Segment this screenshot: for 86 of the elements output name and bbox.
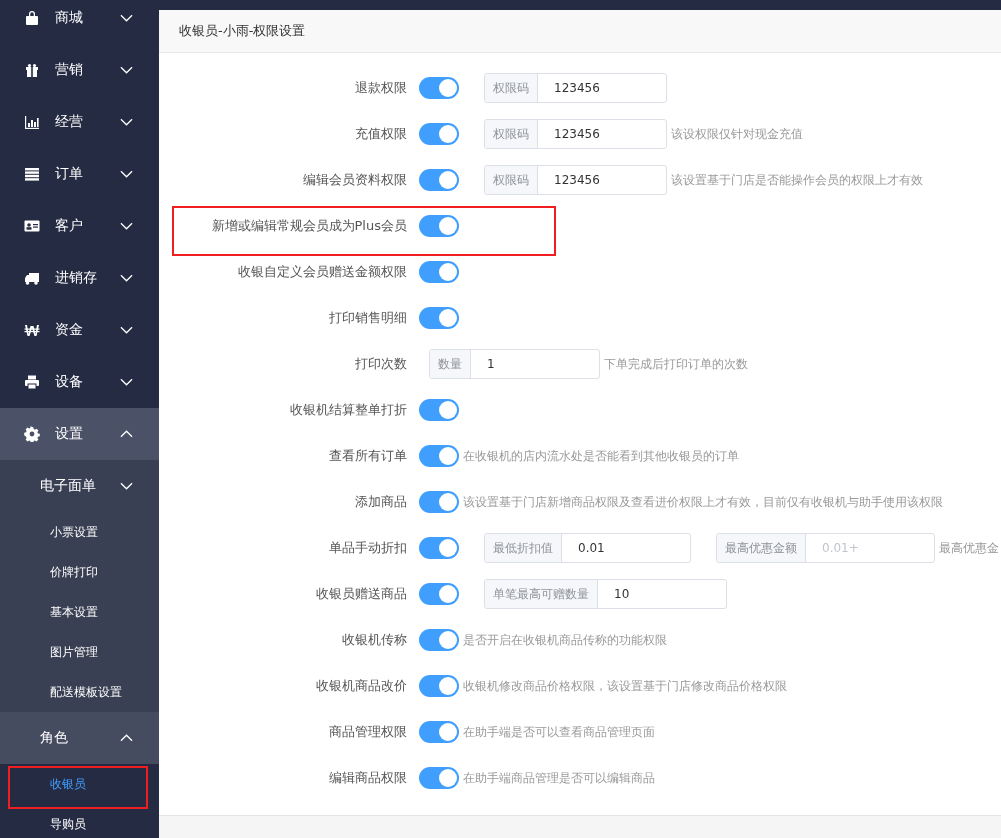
toggle-switch[interactable] xyxy=(419,399,459,421)
hint-text: 收银机修改商品价格权限，该设置基于门店修改商品价格权限 xyxy=(463,677,787,695)
truck-icon xyxy=(24,270,40,286)
setting-label: 单品手动折扣 xyxy=(328,539,407,557)
sidebar-subitem[interactable]: 价牌打印 xyxy=(0,552,159,592)
hint-text: 该设置基于门店是否能操作会员的权限上才有效 xyxy=(671,171,923,189)
toggle-switch[interactable] xyxy=(419,491,459,513)
hint-text: 在助手端商品管理是否可以编辑商品 xyxy=(463,769,655,787)
chevron-down-icon xyxy=(120,482,133,490)
sidebar-item[interactable]: 客户 xyxy=(0,200,159,252)
hint-text: 在收银机的店内流水处是否能看到其他收银员的订单 xyxy=(463,447,739,465)
chevron-down-icon xyxy=(120,170,133,178)
chevron-down-icon xyxy=(120,326,133,334)
chevron-down-icon xyxy=(120,66,133,74)
toggle-switch[interactable] xyxy=(419,583,459,605)
sidebar-group[interactable]: 电子面单 xyxy=(0,460,159,512)
setting-label: 编辑会员资料权限 xyxy=(302,171,407,189)
setting-label: 收银自定义会员赠送金额权限 xyxy=(237,263,407,281)
toggle-switch[interactable] xyxy=(419,169,459,191)
toggle-switch[interactable] xyxy=(419,307,459,329)
chevron-down-icon xyxy=(120,14,133,22)
toggle-switch[interactable] xyxy=(419,675,459,697)
input-field[interactable]: 单笔最高可赠数量 10 xyxy=(484,579,727,609)
sidebar-item[interactable]: 经营 xyxy=(0,96,159,148)
sidebar-subitem[interactable]: 配送模板设置 xyxy=(0,672,159,712)
bag-icon xyxy=(24,10,40,26)
input-field[interactable]: 权限码 123456 xyxy=(484,73,667,103)
bar-chart-icon xyxy=(24,114,40,130)
sidebar-item[interactable]: 订单 xyxy=(0,148,159,200)
sidebar-subitem[interactable]: 基本设置 xyxy=(0,592,159,632)
chevron-up-icon xyxy=(120,430,133,438)
sidebar-item[interactable]: 资金 xyxy=(0,304,159,356)
hint-text: 下单完成后打印订单的次数 xyxy=(604,355,748,373)
hint-text: 是否开启在收银机商品传称的功能权限 xyxy=(463,631,667,649)
input-field[interactable]: 数量 1 xyxy=(429,349,600,379)
gift-icon xyxy=(24,62,40,78)
toggle-switch[interactable] xyxy=(419,77,459,99)
toggle-switch[interactable] xyxy=(419,215,459,237)
chevron-down-icon xyxy=(120,118,133,126)
sidebar-group[interactable]: 角色 xyxy=(0,712,159,764)
hint-text: 该设权限仅针对现金充值 xyxy=(671,125,803,143)
toggle-switch[interactable] xyxy=(419,123,459,145)
chevron-down-icon xyxy=(120,222,133,230)
setting-label: 收银机传称 xyxy=(341,631,407,649)
setting-label: 新增或编辑常规会员成为Plus会员 xyxy=(210,217,407,235)
toggle-switch[interactable] xyxy=(419,767,459,789)
setting-label: 打印次数 xyxy=(354,355,407,373)
toggle-switch[interactable] xyxy=(419,537,459,559)
sidebar-item[interactable]: 商城 xyxy=(0,0,159,44)
input-field[interactable]: 权限码 123456 xyxy=(484,165,667,195)
input-field[interactable]: 权限码 123456 xyxy=(484,119,667,149)
chevron-up-icon xyxy=(120,734,133,742)
toggle-switch[interactable] xyxy=(419,721,459,743)
setting-label: 打印销售明细 xyxy=(328,309,407,327)
chevron-down-icon xyxy=(120,274,133,282)
setting-label: 商品管理权限 xyxy=(328,723,407,741)
setting-label: 充值权限 xyxy=(354,125,407,143)
sidebar-subitem[interactable]: 图片管理 xyxy=(0,632,159,672)
input-field[interactable]: 最低折扣值 0.01 xyxy=(484,533,691,563)
sidebar-item[interactable]: 设置 xyxy=(0,408,159,460)
sidebar-item[interactable]: 设备 xyxy=(0,356,159,408)
setting-label: 添加商品 xyxy=(354,493,407,511)
printer-icon xyxy=(24,374,40,390)
setting-label: 收银员赠送商品 xyxy=(315,585,407,603)
setting-label: 退款权限 xyxy=(354,79,407,97)
sidebar-subitem[interactable]: 导购员 xyxy=(0,804,159,838)
setting-label: 查看所有订单 xyxy=(328,447,407,465)
hint-text: 在助手端是否可以查看商品管理页面 xyxy=(463,723,655,741)
page-title: 收银员-小雨-权限设置 xyxy=(179,22,306,40)
setting-label: 收银机结算整单打折 xyxy=(289,401,407,419)
setting-label: 收银机商品改价 xyxy=(315,677,407,695)
toggle-switch[interactable] xyxy=(419,445,459,467)
toggle-switch[interactable] xyxy=(419,261,459,283)
list-icon xyxy=(24,166,40,182)
gear-icon xyxy=(24,426,40,442)
setting-label: 编辑商品权限 xyxy=(328,769,407,787)
coin-icon xyxy=(24,322,40,338)
hint-text: 最高优惠金 xyxy=(939,539,999,557)
sidebar-item[interactable]: 进销存 xyxy=(0,252,159,304)
sidebar-item[interactable]: 营销 xyxy=(0,44,159,96)
id-card-icon xyxy=(24,218,40,234)
chevron-down-icon xyxy=(120,378,133,386)
hint-text: 该设置基于门店新增商品权限及查看进价权限上才有效，目前仅有收银机与助手使用该权限 xyxy=(463,493,943,511)
sidebar-subitem[interactable]: 小票设置 xyxy=(0,512,159,552)
toggle-switch[interactable] xyxy=(419,629,459,651)
sidebar-subitem[interactable]: 收银员 xyxy=(0,764,159,804)
